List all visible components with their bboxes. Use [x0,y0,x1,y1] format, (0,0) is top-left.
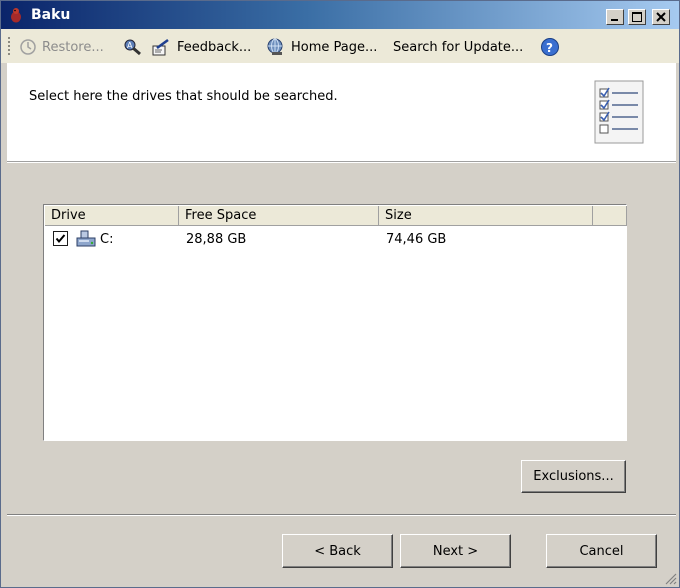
hard-drive-icon [76,230,96,247]
search-update-label: Search for Update... [393,39,524,55]
toolbar-grip[interactable] [8,37,10,57]
resize-grip-icon[interactable] [663,571,677,585]
footer-separator [7,514,676,516]
maximize-icon [632,12,642,22]
toolbar: Restore... A Feedback... Home Page... Se… [1,29,679,63]
app-icon [11,8,21,23]
restore-icon [20,39,36,55]
restore-label: Restore... [42,39,104,55]
feedback-button[interactable]: Feedback... [152,37,251,57]
svg-text:A: A [127,41,133,50]
feedback-icon [152,38,169,56]
close-window-button[interactable] [652,9,670,25]
exclusions-button[interactable]: Exclusions... [521,460,626,493]
wizard-header: Select here the drives that should be se… [7,63,676,162]
minimize-icon [611,19,618,21]
drives-table[interactable]: Drive Free Space Size C: 28,88 GB 74,46 … [43,204,627,441]
help-button[interactable]: ? [540,37,560,57]
close-icon [656,12,666,22]
globe-icon [267,38,283,55]
tools-icon: A [124,39,141,56]
drive-size: 74,46 GB [386,232,447,247]
minimize-button[interactable] [606,9,624,25]
window-title: Baku [31,7,71,23]
cancel-button[interactable]: Cancel [546,534,657,568]
column-header-size[interactable]: Size [379,206,593,226]
column-header-free-space[interactable]: Free Space [179,206,379,226]
table-row[interactable]: C: 28,88 GB 74,46 GB [45,228,625,250]
feedback-label: Feedback... [177,39,252,55]
home-page-button[interactable]: Home Page... [266,37,377,57]
main-window: Baku Restore... A Feedback... Home Page.… [0,0,680,588]
restore-button[interactable]: Restore... [19,37,104,57]
next-button[interactable]: Next > [400,534,511,568]
back-button[interactable]: < Back [282,534,393,568]
table-header: Drive Free Space Size [45,206,627,226]
checklist-icon [594,80,644,144]
checkmark-icon [55,234,66,244]
title-bar[interactable]: Baku [1,1,679,29]
drive-checkbox[interactable] [53,231,68,246]
header-instruction: Select here the drives that should be se… [29,89,338,104]
maximize-button[interactable] [628,9,646,25]
help-icon: ? [541,38,559,56]
drive-name: C: [100,232,114,247]
search-update-button[interactable]: Search for Update... [393,37,523,57]
column-header-drive[interactable]: Drive [45,206,179,226]
drive-free-space: 28,88 GB [186,232,247,247]
svg-text:?: ? [546,41,553,55]
column-header-filler [593,206,627,226]
tools-button[interactable]: A [123,37,143,57]
header-divider [7,162,676,163]
home-page-label: Home Page... [291,39,378,55]
